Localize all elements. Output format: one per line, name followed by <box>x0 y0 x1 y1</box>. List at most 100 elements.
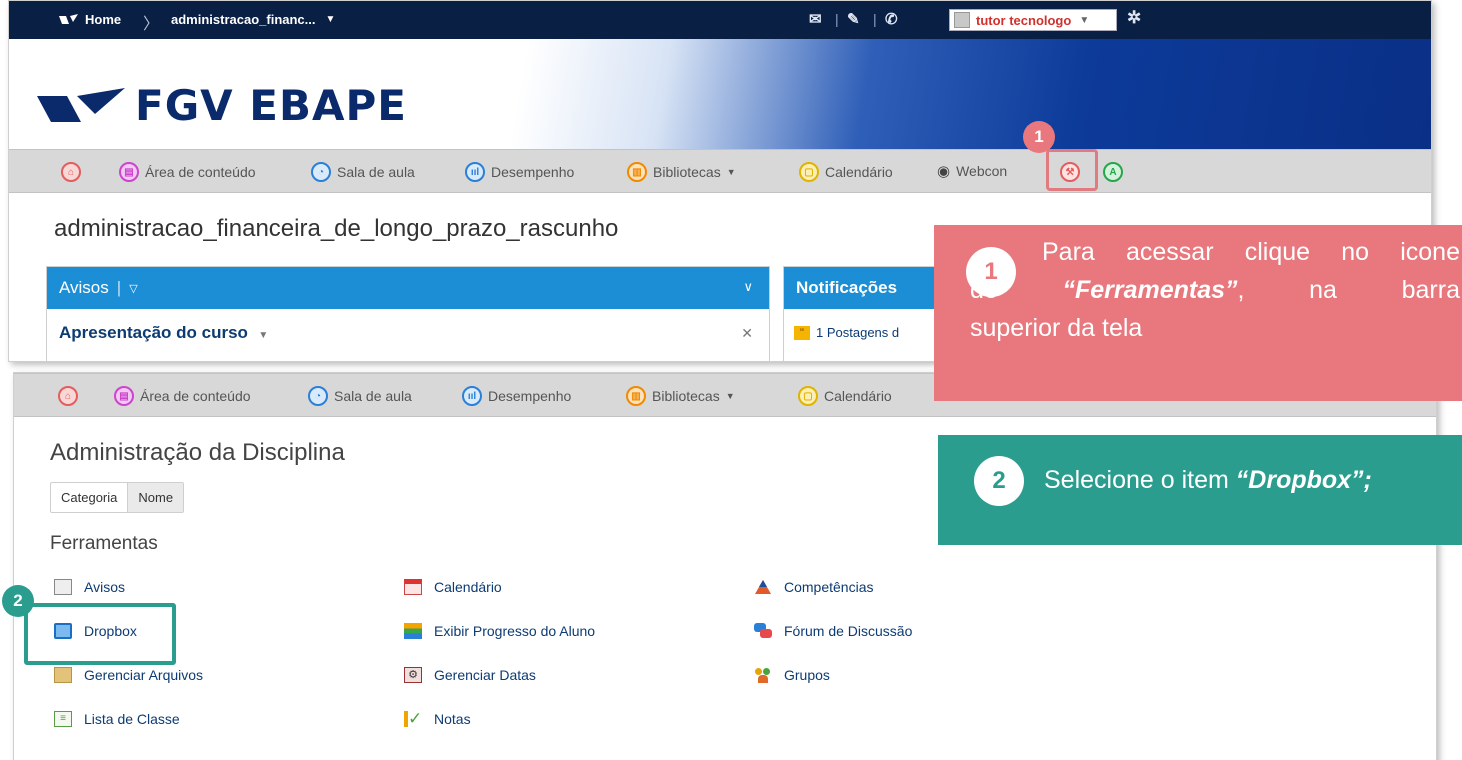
step1-marker: 1 <box>1023 121 1055 153</box>
user-name: tutor tecnologo <box>976 12 1072 28</box>
library-icon: ▥ <box>626 386 646 406</box>
nav-bibliotecas-label: Bibliotecas <box>653 164 721 180</box>
home-link[interactable]: Home <box>59 12 121 27</box>
nav-home[interactable]: ⌂ <box>58 386 78 406</box>
caret-down-icon: ▼ <box>726 167 736 177</box>
chat-icon[interactable]: ✆ <box>885 10 898 28</box>
divider: | <box>873 11 877 27</box>
performance-icon: ııl <box>465 162 485 182</box>
chevron-right-icon: 〉 <box>143 16 160 33</box>
tool-avisos[interactable]: Avisos <box>54 579 125 595</box>
nome-toggle[interactable]: Nome <box>127 483 184 512</box>
calendar-icon <box>404 579 422 595</box>
tool-notas[interactable]: ✓ Notas <box>404 710 471 727</box>
notificacao-item[interactable]: 1 Postagens d <box>816 325 899 340</box>
nav-desempenho-label: Desempenho <box>491 164 575 180</box>
tool-competencias[interactable]: Competências <box>754 579 874 595</box>
step2-marker: 2 <box>2 585 34 617</box>
nav-conteudo-label: Área de conteúdo <box>145 164 256 180</box>
minibar: Home 〉 administracao_financ... ▼ ✉ | ✎ |… <box>9 1 1431 39</box>
divider: | <box>116 278 122 297</box>
message-icon[interactable]: ✉ <box>809 10 822 28</box>
classroom-icon: ◔ <box>311 162 331 182</box>
calendar-icon: ▢ <box>799 162 819 182</box>
tool-avisos-label: Avisos <box>84 579 125 595</box>
tool-gerenciar-datas[interactable]: ⚙ Gerenciar Datas <box>404 667 536 683</box>
nav-calendario[interactable]: ▢ Calendário <box>798 386 892 406</box>
step1-line2-word: barra <box>1401 276 1460 304</box>
home-icon: ⌂ <box>61 162 81 182</box>
step1-line1: Para acessar clique no icone <box>1042 238 1460 266</box>
nav-bibliotecas[interactable]: ▥ Bibliotecas ▼ <box>626 386 735 406</box>
nav-conteudo[interactable]: ▤ Área de conteúdo <box>119 162 256 182</box>
content-icon: ▤ <box>119 162 139 182</box>
course-navbar: ⌂ ▤ Área de conteúdo ◔ Sala de aula ııl Des… <box>9 149 1431 193</box>
nav-conteudo-label: Área de conteúdo <box>140 388 251 404</box>
filter-icon[interactable]: ▽ <box>129 282 137 295</box>
progress-icon <box>404 623 422 639</box>
user-menu[interactable]: tutor tecnologo ▼ <box>949 9 1117 31</box>
folder-icon <box>54 667 72 683</box>
announcement-icon <box>54 579 72 595</box>
view-toggle: Categoria Nome <box>50 482 185 513</box>
tool-forum-label: Fórum de Discussão <box>784 623 913 639</box>
step1-line3: superior da tela <box>970 314 1143 342</box>
nav-sala-label: Sala de aula <box>337 164 415 180</box>
fgv-ebape-logo: FGV EBAPE <box>37 81 407 130</box>
webcam-icon: ◉ <box>937 163 951 180</box>
nav-conteudo[interactable]: ▤ Área de conteúdo <box>114 386 251 406</box>
nav-webcon-label: Webcon <box>956 163 1008 179</box>
classroom-icon: ◔ <box>308 386 328 406</box>
tool-grupos-label: Grupos <box>784 667 830 683</box>
gear-icon[interactable]: ✲ <box>1127 8 1141 28</box>
step1-line2: de “Ferramentas”, na barra <box>970 271 1460 309</box>
avisos-widget: Avisos | ▽ ∨ Apresentação do curso ▼ ✕ <box>46 266 770 361</box>
nav-admin[interactable]: A <box>1103 162 1123 182</box>
tool-grupos[interactable]: Grupos <box>754 667 830 683</box>
nav-calendario[interactable]: ▢ Calendário <box>799 162 893 182</box>
nav-home[interactable]: ⌂ <box>61 162 81 182</box>
nav-desempenho[interactable]: ııl Desempenho <box>465 162 574 182</box>
discussion-icon <box>754 623 772 639</box>
calendar-icon: ▢ <box>798 386 818 406</box>
calendar-gear-icon: ⚙ <box>404 667 422 683</box>
nav-webcon[interactable]: ◉ Webcon <box>937 162 1007 180</box>
tool-lista-classe[interactable]: ≡ Lista de Classe <box>54 711 180 727</box>
content-icon: ▤ <box>114 386 134 406</box>
list-icon: ≡ <box>54 711 72 727</box>
course-selector[interactable]: administracao_financ... ▼ <box>171 12 335 27</box>
tool-calendario[interactable]: Calendário <box>404 579 502 595</box>
admin-title: Administração da Disciplina <box>50 439 345 466</box>
competencies-icon <box>755 580 771 594</box>
tutorial-composite: Home 〉 administracao_financ... ▼ ✉ | ✎ |… <box>0 0 1462 760</box>
subscriptions-icon[interactable]: ✎ <box>847 10 860 28</box>
groups-icon <box>754 667 772 683</box>
nav-sala[interactable]: ◔ Sala de aula <box>308 386 412 406</box>
step1-line2-comma: , <box>1237 276 1245 304</box>
categoria-toggle[interactable]: Categoria <box>51 483 127 512</box>
nav-sala-label: Sala de aula <box>334 388 412 404</box>
tool-gerenciar-arquivos-label: Gerenciar Arquivos <box>84 667 204 683</box>
library-icon: ▥ <box>627 162 647 182</box>
tool-gerenciar-arquivos[interactable]: Gerenciar Arquivos <box>54 667 203 683</box>
tool-forum[interactable]: Fórum de Discussão <box>754 623 912 639</box>
nav-desempenho[interactable]: ııl Desempenho <box>462 386 571 406</box>
caret-down-icon[interactable]: ▼ <box>258 330 268 341</box>
step2-callout: 2 Selecione o item “Dropbox”; <box>938 435 1462 545</box>
tool-exibir-progresso[interactable]: Exibir Progresso do Aluno <box>404 623 595 639</box>
step1-callout: 1 Para acessar clique no icone de “Ferra… <box>934 225 1462 401</box>
step1-number: 1 <box>966 247 1016 297</box>
close-icon[interactable]: ✕ <box>741 325 753 342</box>
nav-bibliotecas-label: Bibliotecas <box>652 388 720 404</box>
nav-calendario-label: Calendário <box>824 388 892 404</box>
aviso-item-title[interactable]: Apresentação do curso <box>59 323 248 342</box>
step2-item-name: “Dropbox”; <box>1235 466 1372 494</box>
tool-competencias-label: Competências <box>784 579 874 595</box>
caret-down-icon: ▼ <box>725 391 735 401</box>
chevron-down-icon[interactable]: ∨ <box>743 279 753 295</box>
nav-bibliotecas[interactable]: ▥ Bibliotecas ▼ <box>627 162 736 182</box>
nav-desempenho-label: Desempenho <box>488 388 572 404</box>
nav-sala[interactable]: ◔ Sala de aula <box>311 162 415 182</box>
logo-text: FGV EBAPE <box>135 81 407 130</box>
caret-down-icon: ▼ <box>325 14 336 25</box>
